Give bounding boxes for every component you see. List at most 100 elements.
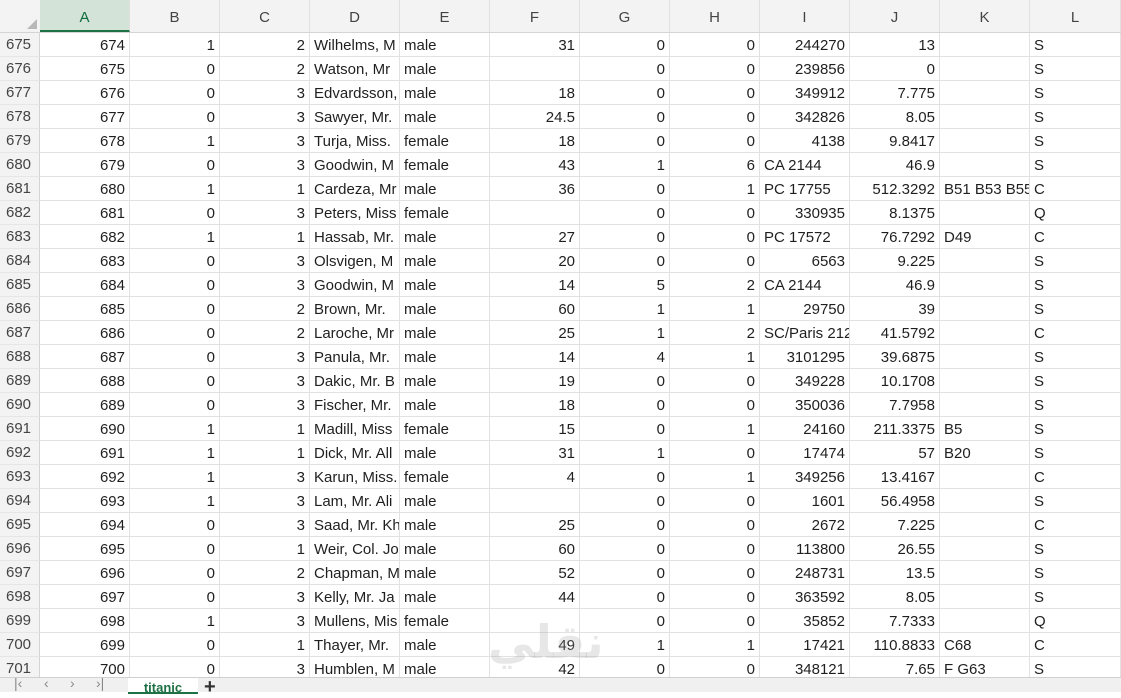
row-header[interactable]: 685 [0, 273, 40, 297]
cell-e685[interactable]: male [400, 273, 490, 297]
cell-a698[interactable]: 697 [40, 585, 130, 609]
cell-e695[interactable]: male [400, 513, 490, 537]
cell-k678[interactable] [940, 105, 1030, 129]
cell-b699[interactable]: 1 [130, 609, 220, 633]
cell-l676[interactable]: S [1030, 57, 1121, 81]
cell-b692[interactable]: 1 [130, 441, 220, 465]
add-sheet-button[interactable]: + [204, 677, 216, 697]
row-header[interactable]: 675 [0, 33, 40, 57]
cell-g695[interactable]: 0 [580, 513, 670, 537]
cell-d701[interactable]: Humblen, M [310, 657, 400, 677]
cell-c686[interactable]: 2 [220, 297, 310, 321]
cell-f687[interactable]: 25 [490, 321, 580, 345]
cell-l698[interactable]: S [1030, 585, 1121, 609]
row-header[interactable]: 698 [0, 585, 40, 609]
cell-i694[interactable]: 1601 [760, 489, 850, 513]
cell-a684[interactable]: 683 [40, 249, 130, 273]
cell-j686[interactable]: 39 [850, 297, 940, 321]
cell-f678[interactable]: 24.5 [490, 105, 580, 129]
row-header[interactable]: 676 [0, 57, 40, 81]
cell-c678[interactable]: 3 [220, 105, 310, 129]
cell-e676[interactable]: male [400, 57, 490, 81]
cell-d679[interactable]: Turja, Miss. [310, 129, 400, 153]
cell-l700[interactable]: C [1030, 633, 1121, 657]
cell-a683[interactable]: 682 [40, 225, 130, 249]
cell-a675[interactable]: 674 [40, 33, 130, 57]
row-header[interactable]: 695 [0, 513, 40, 537]
cell-g687[interactable]: 1 [580, 321, 670, 345]
cell-g680[interactable]: 1 [580, 153, 670, 177]
cell-l699[interactable]: Q [1030, 609, 1121, 633]
cell-k687[interactable] [940, 321, 1030, 345]
cell-b691[interactable]: 1 [130, 417, 220, 441]
cell-k696[interactable] [940, 537, 1030, 561]
cell-k685[interactable] [940, 273, 1030, 297]
cell-h679[interactable]: 0 [670, 129, 760, 153]
cell-g675[interactable]: 0 [580, 33, 670, 57]
cell-i683[interactable]: PC 17572 [760, 225, 850, 249]
cell-a677[interactable]: 676 [40, 81, 130, 105]
cell-b693[interactable]: 1 [130, 465, 220, 489]
cell-b689[interactable]: 0 [130, 369, 220, 393]
cell-b701[interactable]: 0 [130, 657, 220, 677]
cell-a676[interactable]: 675 [40, 57, 130, 81]
cell-l693[interactable]: C [1030, 465, 1121, 489]
cell-f700[interactable]: 49 [490, 633, 580, 657]
cell-c690[interactable]: 3 [220, 393, 310, 417]
cell-j698[interactable]: 8.05 [850, 585, 940, 609]
cell-f685[interactable]: 14 [490, 273, 580, 297]
cell-i691[interactable]: 24160 [760, 417, 850, 441]
cell-h686[interactable]: 1 [670, 297, 760, 321]
cell-j677[interactable]: 7.775 [850, 81, 940, 105]
cell-e684[interactable]: male [400, 249, 490, 273]
row-header[interactable]: 699 [0, 609, 40, 633]
cell-g677[interactable]: 0 [580, 81, 670, 105]
cell-a687[interactable]: 686 [40, 321, 130, 345]
cell-c701[interactable]: 3 [220, 657, 310, 677]
cell-c679[interactable]: 3 [220, 129, 310, 153]
cell-b685[interactable]: 0 [130, 273, 220, 297]
cell-k683[interactable]: D49 [940, 225, 1030, 249]
cell-h701[interactable]: 0 [670, 657, 760, 677]
cell-f691[interactable]: 15 [490, 417, 580, 441]
cell-g698[interactable]: 0 [580, 585, 670, 609]
cell-k692[interactable]: B20 [940, 441, 1030, 465]
cell-d689[interactable]: Dakic, Mr. B [310, 369, 400, 393]
cell-h688[interactable]: 1 [670, 345, 760, 369]
column-header-a[interactable]: A [40, 0, 130, 32]
cell-j676[interactable]: 0 [850, 57, 940, 81]
cell-i685[interactable]: CA 2144 [760, 273, 850, 297]
cell-b682[interactable]: 0 [130, 201, 220, 225]
cell-i688[interactable]: 3101295 [760, 345, 850, 369]
cell-g699[interactable]: 0 [580, 609, 670, 633]
cell-i677[interactable]: 349912 [760, 81, 850, 105]
cell-e701[interactable]: male [400, 657, 490, 677]
cell-e700[interactable]: male [400, 633, 490, 657]
cell-d684[interactable]: Olsvigen, M [310, 249, 400, 273]
cell-d697[interactable]: Chapman, M [310, 561, 400, 585]
cell-i689[interactable]: 349228 [760, 369, 850, 393]
cell-g694[interactable]: 0 [580, 489, 670, 513]
cell-c675[interactable]: 2 [220, 33, 310, 57]
cell-d691[interactable]: Madill, Miss [310, 417, 400, 441]
cell-f695[interactable]: 25 [490, 513, 580, 537]
row-header[interactable]: 677 [0, 81, 40, 105]
cell-g683[interactable]: 0 [580, 225, 670, 249]
row-header[interactable]: 679 [0, 129, 40, 153]
cell-b697[interactable]: 0 [130, 561, 220, 585]
cell-f690[interactable]: 18 [490, 393, 580, 417]
row-header[interactable]: 696 [0, 537, 40, 561]
column-header-f[interactable]: F [490, 0, 580, 32]
cell-l677[interactable]: S [1030, 81, 1121, 105]
cell-e677[interactable]: male [400, 81, 490, 105]
cell-c676[interactable]: 2 [220, 57, 310, 81]
cell-i680[interactable]: CA 2144 [760, 153, 850, 177]
cell-k697[interactable] [940, 561, 1030, 585]
cell-h689[interactable]: 0 [670, 369, 760, 393]
cell-l692[interactable]: S [1030, 441, 1121, 465]
cell-l675[interactable]: S [1030, 33, 1121, 57]
cell-l682[interactable]: Q [1030, 201, 1121, 225]
cell-f701[interactable]: 42 [490, 657, 580, 677]
cell-g692[interactable]: 1 [580, 441, 670, 465]
cell-a678[interactable]: 677 [40, 105, 130, 129]
